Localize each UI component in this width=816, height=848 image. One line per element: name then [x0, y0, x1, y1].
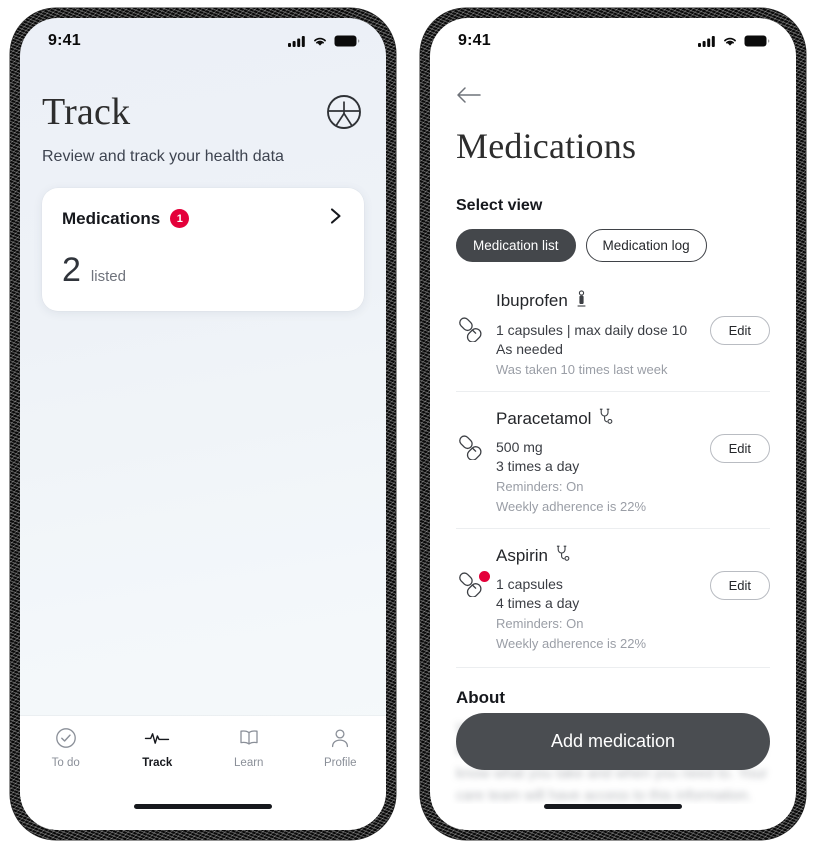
stat-label: listed	[90, 268, 126, 285]
medication-details: Aspirin 1 capsules 4 times a day Reminde…	[496, 545, 710, 652]
view-segmented-control: Medication list Medication log	[456, 229, 770, 262]
medications-screen: 9:41 Medications Select view Medication …	[430, 18, 796, 830]
home-indicator	[134, 804, 272, 809]
home-indicator	[544, 804, 682, 809]
stethoscope-icon	[599, 408, 613, 429]
home-indicator-area-right	[430, 804, 796, 830]
screenshot-stage: 9:41 Track Review and track your health …	[0, 0, 816, 848]
edit-button[interactable]: Edit	[709, 434, 770, 463]
medication-name-row: Aspirin	[496, 545, 702, 566]
medication-meta-secondary: Weekly adherence is 22%	[496, 636, 647, 651]
select-view-label: Select view	[456, 197, 543, 214]
medication-meta: Reminders: On	[496, 616, 584, 631]
medication-meta-secondary: Weekly adherence is 22%	[496, 499, 647, 514]
status-icons-right	[698, 35, 770, 47]
capsules-icon	[456, 408, 496, 465]
medication-name-row: Ibuprofen	[496, 290, 702, 312]
tab-track[interactable]: Track	[112, 726, 204, 769]
phone-device-left: 9:41 Track Review and track your health …	[10, 8, 396, 840]
stat-number: 2	[62, 251, 81, 289]
tab-label-todo: To do	[51, 757, 80, 769]
medication-row[interactable]: Aspirin 1 capsules 4 times a day Reminde…	[456, 528, 770, 665]
status-bar-right: 9:41	[430, 18, 796, 58]
book-icon	[236, 726, 262, 750]
pin-marker-icon	[576, 290, 587, 312]
pulse-icon	[144, 726, 170, 750]
medication-name: Ibuprofen	[496, 291, 568, 310]
arrow-left-icon	[456, 87, 482, 108]
edit-button[interactable]: Edit	[709, 316, 770, 345]
card-header: Medications 1	[62, 206, 344, 231]
medications-summary-card[interactable]: Medications 1 2 listed	[42, 188, 364, 311]
chevron-right-icon[interactable]	[328, 206, 344, 231]
capsules-icon	[456, 290, 496, 347]
track-header-row: Track	[42, 58, 364, 134]
add-medication-button[interactable]: Add medication	[456, 713, 770, 770]
card-stat: 2 listed	[62, 253, 344, 287]
app-logo-icon[interactable]	[324, 92, 364, 132]
person-icon	[328, 726, 352, 750]
status-time-right: 9:41	[458, 32, 491, 49]
cta-container: Add medication	[430, 713, 796, 770]
edit-button[interactable]: Edit	[709, 571, 770, 600]
medication-details: Ibuprofen 1 capsules | max daily dose 10…	[496, 290, 710, 377]
segment-medication-list[interactable]: Medication list	[456, 229, 576, 262]
track-screen: 9:41 Track Review and track your health …	[20, 18, 386, 830]
segment-medication-log[interactable]: Medication log	[585, 229, 707, 262]
tab-todo[interactable]: To do	[20, 726, 112, 769]
medication-name: Aspirin	[496, 545, 548, 565]
medication-row[interactable]: Paracetamol 500 mg 3 times a day Reminde…	[456, 391, 770, 528]
page-subtitle: Review and track your health data	[42, 148, 284, 165]
medication-details: Paracetamol 500 mg 3 times a day Reminde…	[496, 408, 710, 515]
medication-dose: 1 capsules	[496, 576, 563, 592]
tab-label-profile: Profile	[323, 757, 357, 769]
tab-learn[interactable]: Learn	[203, 726, 295, 769]
back-button[interactable]	[456, 58, 482, 109]
medication-dose: 500 mg	[496, 439, 543, 455]
wifi-icon	[312, 35, 328, 47]
tab-label-learn: Learn	[234, 757, 264, 769]
status-badge: 1	[170, 209, 190, 228]
battery-icon	[334, 35, 360, 47]
check-circle-icon	[54, 726, 78, 750]
alert-dot-icon	[478, 570, 491, 583]
page-title: Track	[42, 91, 131, 133]
medication-meta: Was taken 10 times last week	[496, 362, 668, 377]
capsules-icon	[456, 545, 496, 602]
medication-row[interactable]: Ibuprofen 1 capsules | max daily dose 10…	[456, 288, 770, 391]
bottom-tab-bar: To do Track Learn Profile	[20, 716, 386, 804]
card-title: Medications	[62, 208, 161, 228]
phone-device-right: 9:41 Medications Select view Medication …	[420, 8, 806, 840]
wifi-icon	[722, 35, 738, 47]
medication-frequency: As needed	[496, 341, 563, 357]
medication-meta: Reminders: On	[496, 479, 584, 494]
medications-content: Medications Select view Medication list …	[430, 58, 796, 804]
status-time: 9:41	[48, 32, 81, 49]
signal-bars-icon	[288, 35, 306, 47]
home-indicator-area-left	[20, 804, 386, 830]
page-title: Medications	[456, 126, 637, 166]
medication-frequency: 3 times a day	[496, 458, 580, 474]
status-bar-left: 9:41	[20, 18, 386, 58]
medication-name: Paracetamol	[496, 408, 592, 428]
status-icons	[288, 35, 360, 47]
track-content: Track Review and track your health data …	[20, 58, 386, 716]
tab-label-track: Track	[142, 757, 173, 769]
stethoscope-icon	[556, 545, 570, 566]
signal-bars-icon	[698, 35, 716, 47]
medication-list: Ibuprofen 1 capsules | max daily dose 10…	[456, 288, 770, 668]
medication-dose: 1 capsules | max daily dose 10	[496, 322, 688, 338]
medication-name-row: Paracetamol	[496, 408, 702, 429]
medication-frequency: 4 times a day	[496, 595, 580, 611]
battery-icon	[744, 35, 770, 47]
about-heading: About	[456, 688, 506, 707]
tab-profile[interactable]: Profile	[295, 726, 387, 769]
